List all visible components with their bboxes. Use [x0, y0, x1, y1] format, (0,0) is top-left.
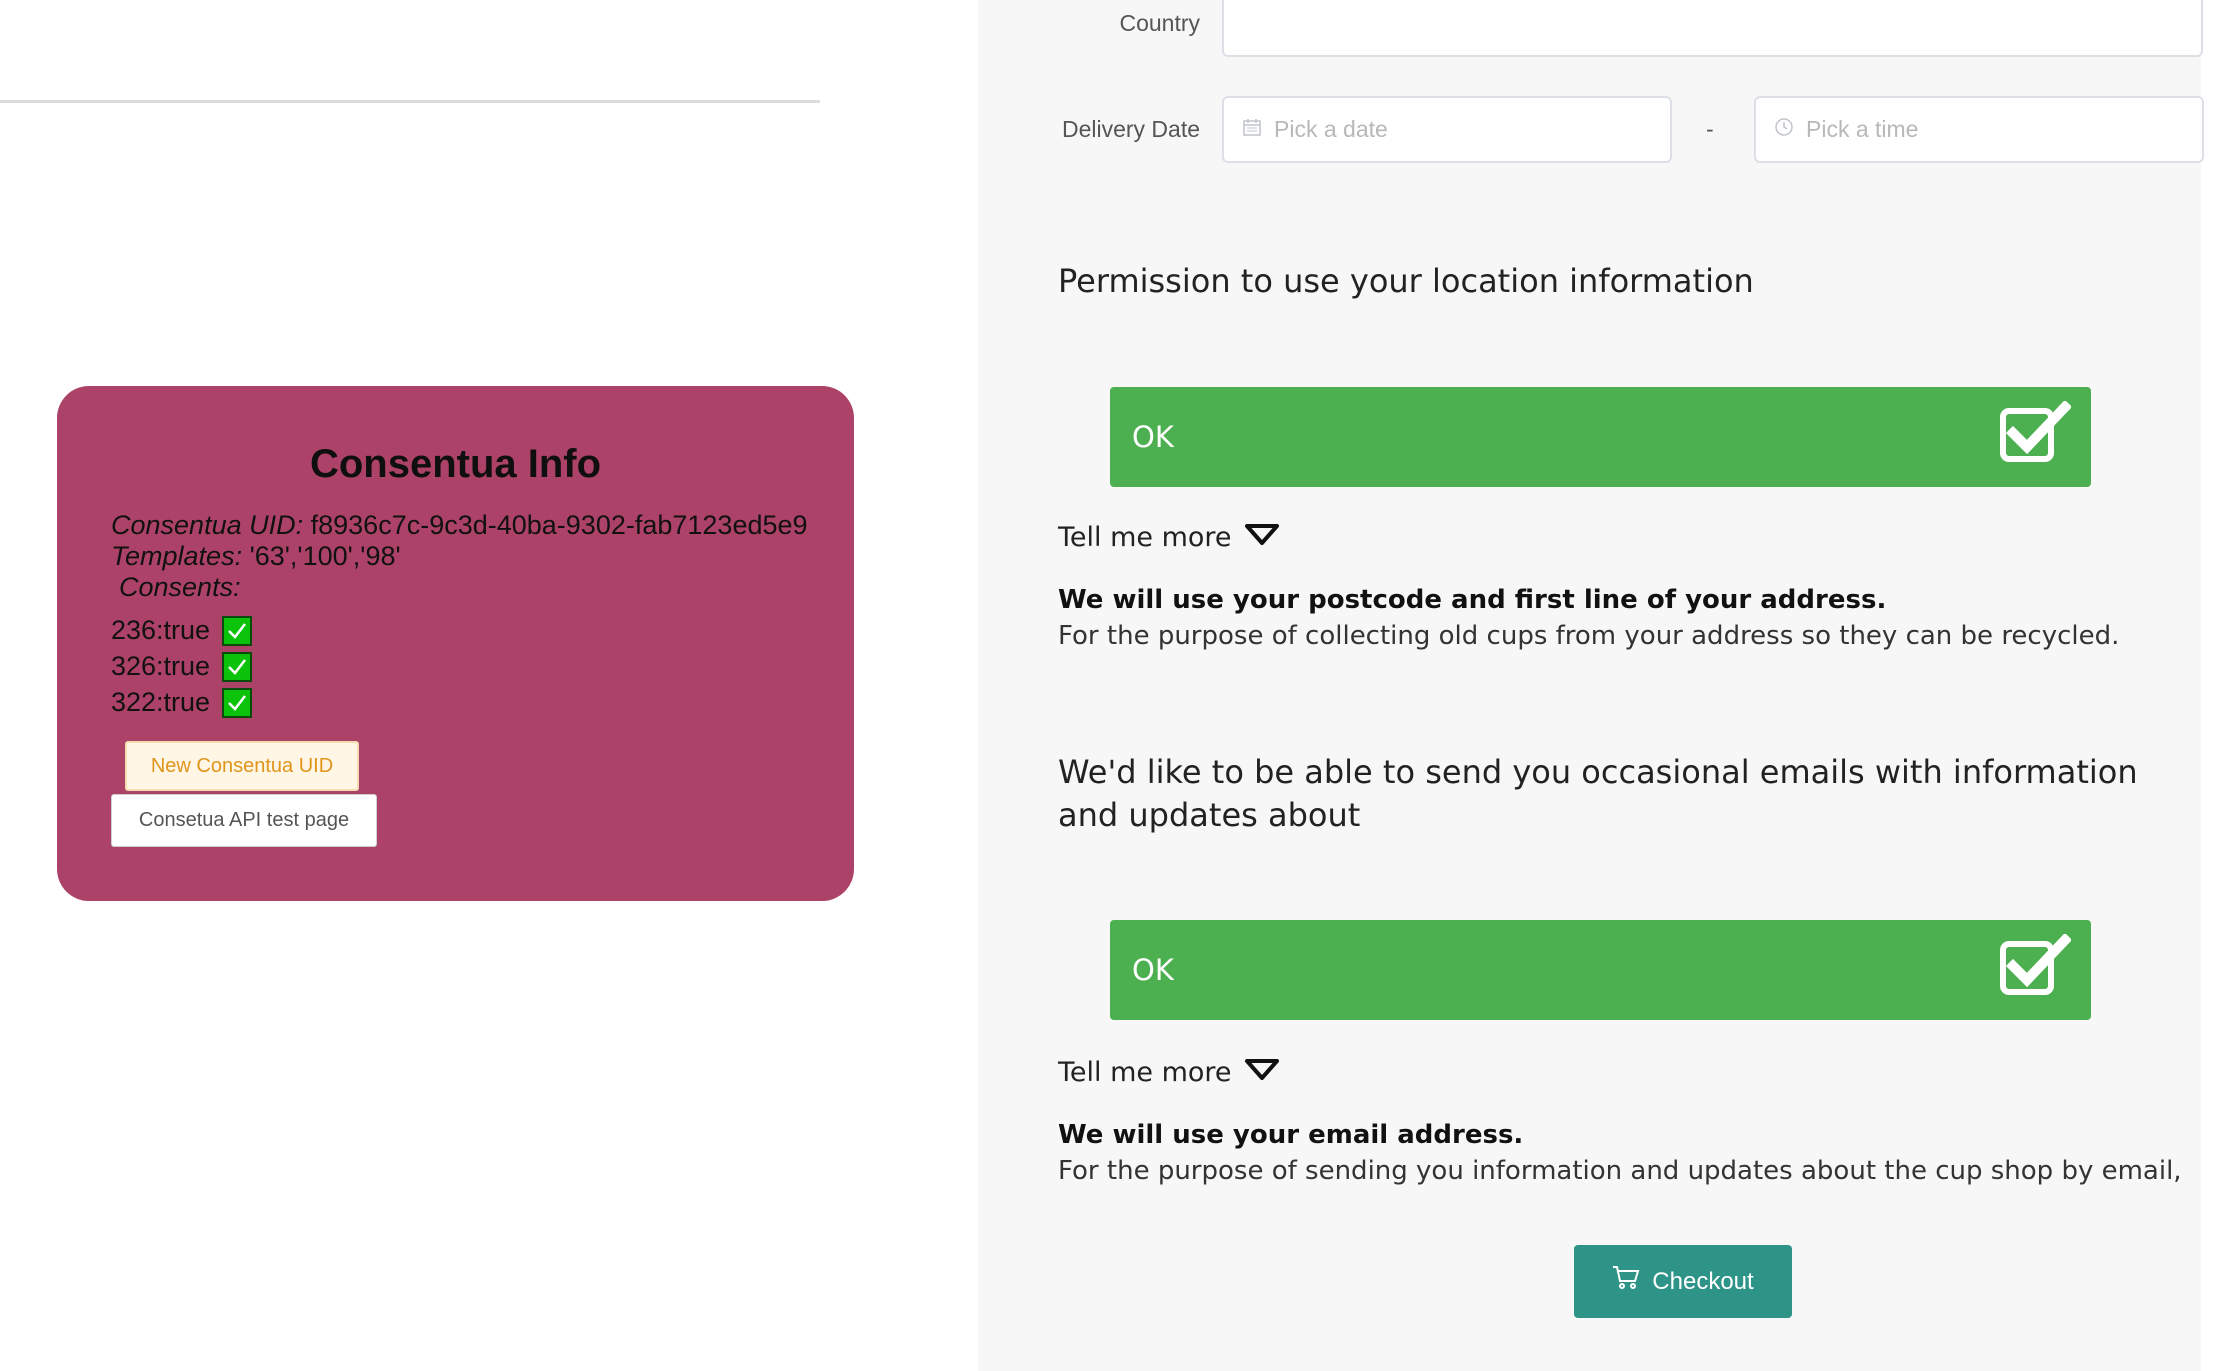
consent-ok-toggle[interactable]: OK: [1110, 387, 2091, 487]
chevron-down-icon: [1244, 522, 1280, 553]
country-label: Country: [1119, 10, 1200, 36]
consent-item: 322:true: [111, 687, 253, 718]
templates-line: Templates: '63','100','98': [111, 541, 401, 572]
date-time-separator: -: [1706, 116, 1714, 142]
checkmark-icon: [222, 651, 253, 682]
consent-value: 322:true: [111, 687, 211, 717]
heading-line: We'd like to be able to send you occasio…: [1058, 753, 2138, 791]
country-input[interactable]: [1222, 0, 2203, 57]
time-picker-input[interactable]: Pick a time: [1754, 96, 2204, 163]
clock-icon: [1774, 116, 1794, 143]
consentua-title: Consentua Info: [309, 442, 602, 486]
uid-value: f8936c7c-9c3d-40ba-9302-fab7123ed5e9: [310, 510, 808, 540]
permission-heading: We'd like to be able to send you occasio…: [1058, 751, 2138, 837]
date-placeholder: Pick a date: [1274, 116, 1388, 142]
purpose-description: For the purpose of sending you informati…: [1058, 1156, 2182, 1186]
permission-heading: Permission to use your location informat…: [1058, 262, 1754, 300]
consentua-info-panel: Consentua Info Consentua UID: f8936c7c-9…: [57, 386, 854, 901]
consents-line: Consents:: [119, 572, 241, 603]
consent-value: 326:true: [111, 651, 211, 681]
checkout-label: Checkout: [1652, 1267, 1754, 1295]
consent-item: 236:true: [111, 615, 253, 646]
uid-label: Consentua UID:: [111, 510, 304, 540]
cart-icon: [1612, 1265, 1640, 1298]
checkmark-icon: [222, 687, 253, 718]
tell-me-more-label: Tell me more: [1058, 1057, 1232, 1088]
date-picker-input[interactable]: Pick a date: [1222, 96, 1672, 163]
templates-label: Templates:: [111, 541, 243, 571]
consents-label: Consents:: [119, 572, 241, 602]
new-consentua-uid-button[interactable]: New Consentua UID: [125, 741, 359, 791]
tell-me-more-label: Tell me more: [1058, 522, 1232, 553]
checkbox-checked-icon: [1999, 932, 2073, 1005]
heading-line: and updates about: [1058, 796, 1361, 834]
consent-ok-toggle[interactable]: OK: [1110, 920, 2091, 1020]
calendar-icon: [1242, 116, 1262, 143]
purpose-description: For the purpose of collecting old cups f…: [1058, 621, 2120, 651]
purpose-summary: We will use your email address.: [1058, 1120, 1524, 1150]
tell-me-more-toggle[interactable]: Tell me more: [1058, 1057, 1280, 1088]
delivery-date-label: Delivery Date: [1061, 116, 1200, 142]
divider: [0, 100, 820, 103]
ok-label: OK: [1132, 953, 1174, 987]
consent-value: 236:true: [111, 615, 211, 645]
api-test-page-button[interactable]: Consetua API test page: [111, 794, 377, 847]
ok-label: OK: [1132, 420, 1174, 454]
templates-value: '63','100','98': [249, 541, 401, 571]
time-placeholder: Pick a time: [1806, 116, 1919, 142]
checkmark-icon: [222, 615, 253, 646]
chevron-down-icon: [1244, 1057, 1280, 1088]
checkbox-checked-icon: [1999, 399, 2073, 472]
purpose-summary: We will use your postcode and first line…: [1058, 585, 1887, 615]
checkout-button[interactable]: Checkout: [1574, 1245, 1792, 1318]
consentua-uid-line: Consentua UID: f8936c7c-9c3d-40ba-9302-f…: [111, 510, 808, 541]
tell-me-more-toggle[interactable]: Tell me more: [1058, 522, 1280, 553]
consent-item: 326:true: [111, 651, 253, 682]
